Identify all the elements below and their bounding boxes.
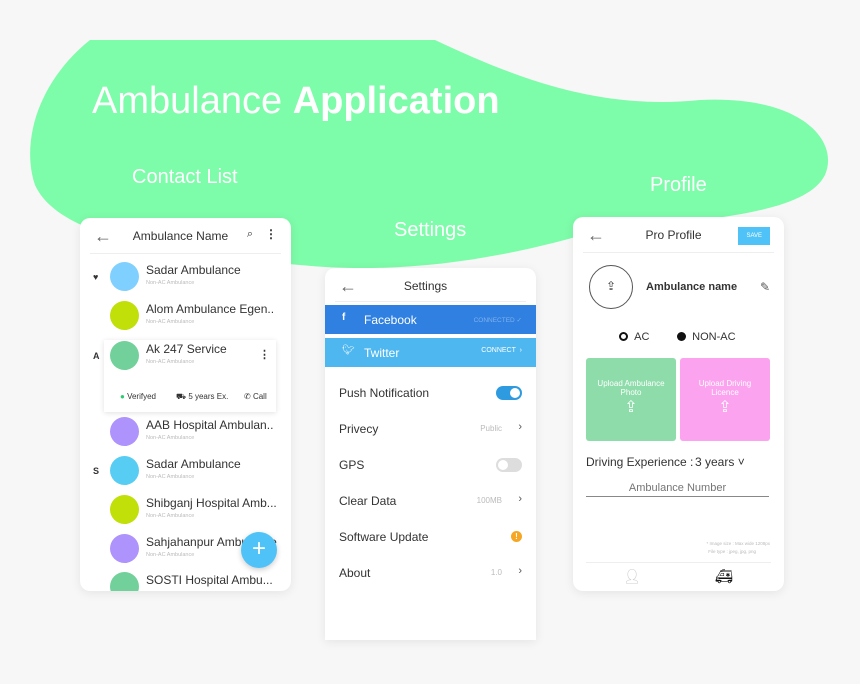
twitter-icon: 🐦︎ <box>342 345 355 356</box>
contact-name: Shibganj Hospital Amb... <box>146 496 277 510</box>
setting-label: About <box>339 566 371 580</box>
avatar <box>110 417 139 446</box>
experience-label: Driving Experience : <box>586 455 694 469</box>
settings-row[interactable]: Privecy Public › <box>325 412 536 446</box>
toggle-switch[interactable] <box>496 458 522 472</box>
settings-row[interactable]: Push Notification <box>325 376 536 410</box>
radio-ac[interactable]: AC <box>619 331 649 343</box>
contact-list-screen: ← Ambulance Name ⌕ ⋮ ♥ Sadar Ambulance N… <box>80 218 291 591</box>
call-button[interactable]: ✆ Call <box>244 392 267 401</box>
add-user-icon[interactable]: 👤︎ <box>623 568 641 585</box>
section-label-profile: Profile <box>650 174 707 196</box>
avatar <box>110 301 139 330</box>
toggle-switch[interactable] <box>496 386 522 400</box>
page-title: Ambulance Application <box>92 80 500 122</box>
image-size-note: * Image size : Max wide 1208px <box>706 541 770 546</box>
contact-name: SOSTI Hospital Ambu... <box>146 573 273 587</box>
upload-icon: ⇪ <box>718 399 732 416</box>
settings-row[interactable]: Software Update! <box>325 520 536 554</box>
settings-screen: ← Settings f Facebook CONNECTED ✓ 🐦︎ Twi… <box>325 268 536 640</box>
setting-label: Software Update <box>339 530 429 544</box>
alert-icon: ! <box>511 531 522 542</box>
ambulance-icon[interactable]: 🚑︎ <box>715 568 733 585</box>
chevron-right-icon: › <box>518 493 522 505</box>
upload-icon: ⇪ <box>624 399 638 416</box>
binoculars-icon: ⛟ <box>176 392 187 401</box>
save-button[interactable]: SAVE <box>738 227 770 245</box>
avatar <box>110 495 139 524</box>
setting-label: Privecy <box>339 422 379 436</box>
twitter-row[interactable]: 🐦︎ Twitter CONNECT › <box>325 338 536 367</box>
section-label-settings: Settings <box>394 219 467 241</box>
contact-name: AAB Hospital Ambulan.. <box>146 418 274 432</box>
avatar <box>110 534 139 563</box>
setting-value: 1.0 <box>490 568 502 577</box>
experience-badge: ⛟ 5 years Ex. <box>176 392 229 401</box>
setting-label: Clear Data <box>339 494 397 508</box>
settings-row[interactable]: GPS <box>325 448 536 482</box>
facebook-label: Facebook <box>364 313 417 327</box>
index-letter: ♥ <box>93 272 99 282</box>
edit-icon[interactable]: ✎ <box>760 280 770 294</box>
screen-title: Settings <box>403 279 448 293</box>
file-type-note: File type : jpeg, jpg, png <box>708 549 756 554</box>
chevron-right-icon: › <box>518 565 522 577</box>
profile-screen: ← Pro Profile SAVE ⇪ Ambulance name ✎ AC… <box>573 217 784 591</box>
upload-ambulance-photo[interactable]: Upload Ambulance Photo ⇪ <box>586 358 676 441</box>
contact-type: Non-AC Ambulance <box>146 474 195 480</box>
twitter-label: Twitter <box>364 346 400 360</box>
contact-name: Alom Ambulance Egen.. <box>146 302 275 316</box>
contact-name: Sadar Ambulance <box>146 457 241 471</box>
contact-type: Non-AC Ambulance <box>146 435 195 441</box>
index-letter: A <box>93 351 100 361</box>
search-icon[interactable]: ⌕ <box>247 228 253 241</box>
add-fab-button[interactable]: + <box>241 532 277 568</box>
radio-non-ac[interactable]: NON-AC <box>677 331 736 343</box>
facebook-icon: f <box>342 312 346 323</box>
ambulance-name: Ambulance name <box>646 281 738 293</box>
setting-value: Public <box>480 424 502 433</box>
contact-list-item[interactable]: AAB Hospital Ambulan.. Non-AC Ambulance <box>80 413 291 451</box>
contact-type: Non-AC Ambulance <box>146 319 195 325</box>
contact-list-item[interactable]: Alom Ambulance Egen.. Non-AC Ambulance <box>80 297 291 335</box>
contact-type: Non-AC Ambulance <box>146 280 195 286</box>
more-vertical-icon[interactable]: ⋮ <box>265 227 277 241</box>
expanded-contact-card: ⋮ ● Verifyed ⛟ 5 years Ex. ✆ Call <box>104 340 276 412</box>
chevron-right-icon: › <box>518 421 522 433</box>
contact-list-item[interactable]: Shibganj Hospital Amb... Non-AC Ambulanc… <box>80 491 291 529</box>
check-circle-icon: ● <box>120 392 125 401</box>
index-letter: S <box>93 466 100 476</box>
contact-type: Non-AC Ambulance <box>146 513 195 519</box>
contact-type: Non-AC Ambulance <box>146 552 195 558</box>
contact-list-item[interactable]: SOSTI Hospital Ambu... <box>80 568 291 591</box>
setting-value: 100MB <box>476 496 502 505</box>
settings-row[interactable]: Clear Data 100MB › <box>325 484 536 518</box>
contact-list-item[interactable]: ♥ Sadar Ambulance Non-AC Ambulance <box>80 258 291 296</box>
facebook-status: CONNECTED ✓ <box>473 317 522 324</box>
upload-icon: ⇪ <box>605 279 617 293</box>
upload-avatar-button[interactable]: ⇪ <box>589 265 633 309</box>
experience-select[interactable]: 3 years ˅ <box>695 455 745 469</box>
contact-name: Sadar Ambulance <box>146 263 241 277</box>
avatar <box>110 456 139 485</box>
setting-label: Push Notification <box>339 386 430 400</box>
ambulance-number-input[interactable] <box>586 479 769 497</box>
contact-list-item[interactable]: S Sadar Ambulance Non-AC Ambulance <box>80 452 291 490</box>
setting-label: GPS <box>339 458 365 472</box>
avatar <box>110 572 139 591</box>
more-vertical-icon[interactable]: ⋮ <box>259 348 270 361</box>
upload-driving-licence[interactable]: Upload Driving Licence ⇪ <box>680 358 770 441</box>
verified-badge: ● Verifyed <box>120 392 156 401</box>
twitter-status: CONNECT › <box>481 347 522 354</box>
avatar <box>110 262 139 291</box>
section-label-contacts: Contact List <box>132 166 238 188</box>
facebook-row[interactable]: f Facebook CONNECTED ✓ <box>325 305 536 334</box>
settings-row[interactable]: About 1.0 › <box>325 556 536 590</box>
phone-icon: ✆ <box>244 392 251 401</box>
